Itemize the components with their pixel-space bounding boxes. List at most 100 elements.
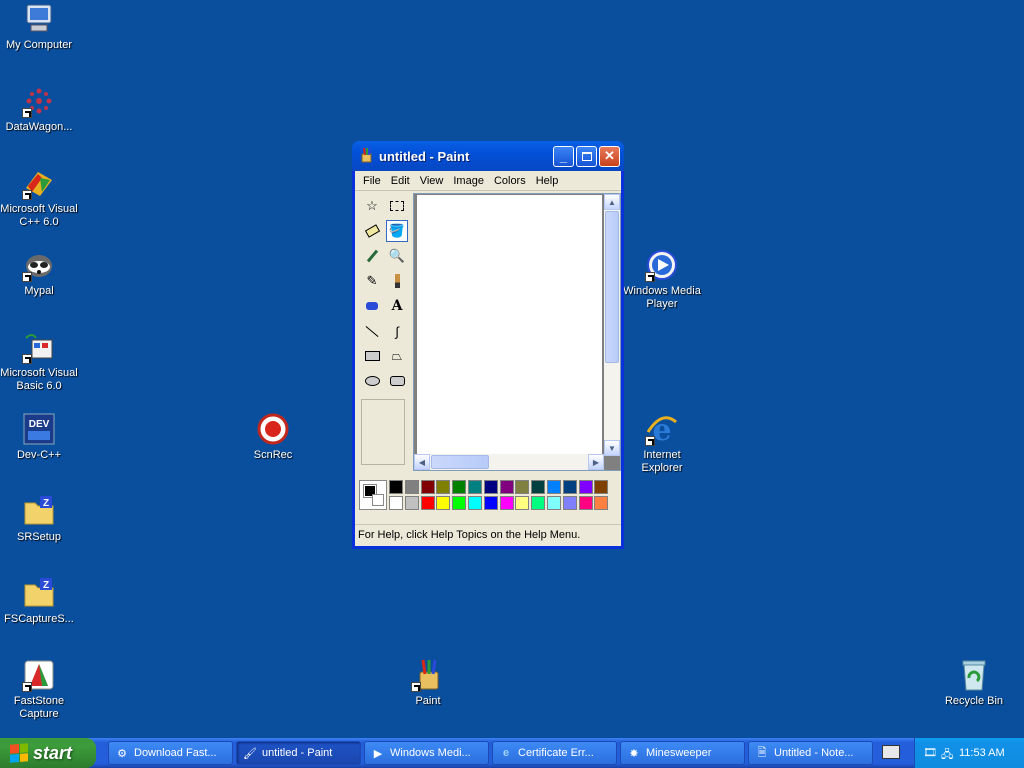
color-swatch[interactable] — [436, 496, 451, 510]
scroll-down-button[interactable]: ▼ — [604, 440, 620, 456]
scroll-right-button[interactable]: ▶ — [588, 454, 604, 470]
start-button[interactable]: start — [0, 738, 96, 768]
clock[interactable]: 11:53 AM — [959, 747, 1005, 759]
airbrush-tool[interactable] — [361, 295, 383, 317]
taskbar-item-paint[interactable]: 🖌 untitled - Paint — [236, 741, 361, 765]
color-swatch[interactable] — [436, 480, 451, 494]
taskbar-item-windows-media-player[interactable]: ▶ Windows Medi... — [364, 741, 489, 765]
desktop-icon-scnrec[interactable]: ScnRec — [234, 412, 312, 462]
color-swatch[interactable] — [515, 480, 530, 494]
color-swatch[interactable] — [547, 480, 561, 494]
vertical-scrollbar[interactable]: ▲ ▼ — [604, 194, 620, 456]
svg-text:DEV: DEV — [29, 419, 50, 430]
color-swatch[interactable] — [562, 480, 577, 494]
menu-edit[interactable]: Edit — [386, 175, 415, 187]
color-swatch[interactable] — [562, 496, 577, 510]
scroll-left-button[interactable]: ◀ — [414, 454, 430, 470]
desktop-icon-visual-basic[interactable]: Microsoft Visual Basic 6.0 — [0, 330, 78, 393]
paint-window[interactable]: untitled - Paint _ ✕ File Edit View Imag… — [352, 141, 624, 549]
curve-tool[interactable]: ∫ — [386, 320, 408, 342]
taskbar-item-download-faststone[interactable]: ⚙ Download Fast... — [108, 741, 233, 765]
taskbar-item-minesweeper[interactable]: ✸ Minesweeper — [620, 741, 745, 765]
desktop-icon-label: Microsoft Visual Basic 6.0 — [0, 367, 78, 392]
menu-colors[interactable]: Colors — [489, 175, 531, 187]
fill-tool[interactable]: 🪣 — [386, 220, 408, 242]
horizontal-scroll-thumb[interactable] — [431, 455, 489, 469]
color-swatch[interactable] — [578, 496, 593, 510]
color-swatch[interactable] — [420, 496, 435, 510]
menu-help[interactable]: Help — [531, 175, 564, 187]
close-button[interactable]: ✕ — [599, 145, 620, 167]
rect-select-tool[interactable] — [386, 195, 408, 217]
color-swatch[interactable] — [468, 480, 482, 494]
free-select-tool[interactable]: ☆ — [361, 195, 383, 217]
color-swatch[interactable] — [531, 480, 546, 494]
menu-file[interactable]: File — [358, 175, 386, 187]
desktop-icon-internet-explorer[interactable]: e Internet Explorer — [623, 412, 701, 475]
magnifier-tool[interactable]: 🔍 — [386, 245, 408, 267]
dev-cpp-icon: DEV — [22, 412, 56, 446]
color-swatch[interactable] — [452, 480, 467, 494]
film-icon[interactable]: 🎞 — [923, 746, 937, 760]
color-swatch[interactable] — [578, 480, 593, 494]
rectangle-tool[interactable] — [361, 345, 383, 367]
color-swatch[interactable] — [594, 496, 609, 510]
color-swatch[interactable] — [420, 480, 435, 494]
rounded-rectangle-tool[interactable] — [386, 370, 408, 392]
brush-tool[interactable] — [386, 270, 408, 292]
network-icon[interactable]: 🖧 — [941, 746, 955, 761]
desktop-icon-label: Dev-C++ — [16, 449, 62, 461]
color-swatch[interactable] — [468, 496, 482, 510]
desktop-icon-dev-cpp[interactable]: DEV Dev-C++ — [0, 412, 78, 462]
color-swatch[interactable] — [547, 496, 561, 510]
minimize-button[interactable]: _ — [553, 145, 574, 167]
desktop-icon-faststone-capture[interactable]: FastStone Capture — [0, 658, 78, 721]
current-colors[interactable] — [359, 480, 387, 510]
ellipse-tool[interactable] — [361, 370, 383, 392]
keyboard-icon[interactable] — [882, 745, 900, 759]
color-swatch[interactable] — [483, 496, 498, 510]
tool-options-box[interactable] — [361, 399, 405, 465]
menu-view[interactable]: View — [415, 175, 449, 187]
color-swatch[interactable] — [452, 496, 467, 510]
color-swatch[interactable] — [483, 480, 498, 494]
line-tool[interactable] — [361, 320, 383, 342]
taskbar-item-certificate-error[interactable]: e Certificate Err... — [492, 741, 617, 765]
task-label: Untitled - Note... — [774, 747, 854, 759]
color-swatch[interactable] — [499, 480, 514, 494]
color-swatch[interactable] — [515, 496, 530, 510]
eraser-tool[interactable] — [361, 220, 383, 242]
scroll-up-button[interactable]: ▲ — [604, 194, 620, 210]
desktop-icon-mypal[interactable]: Mypal — [0, 248, 78, 298]
horizontal-scrollbar[interactable]: ◀ ▶ — [414, 454, 604, 470]
color-palette — [357, 476, 619, 516]
pencil-tool[interactable]: ✎ — [361, 270, 383, 292]
color-swatch[interactable] — [499, 496, 514, 510]
text-tool[interactable]: A — [386, 295, 408, 317]
color-swatch[interactable] — [389, 496, 403, 510]
eraser-icon — [364, 224, 380, 238]
gear-icon: ⚙ — [117, 747, 127, 760]
desktop-icon-fscapture[interactable]: Z FSCaptureS... — [0, 576, 78, 626]
color-picker-tool[interactable] — [361, 245, 383, 267]
desktop-icon-windows-media-player[interactable]: Windows Media Player — [623, 248, 701, 311]
drawing-canvas[interactable] — [417, 195, 602, 455]
color-swatch[interactable] — [531, 496, 546, 510]
desktop-icon-visual-cpp[interactable]: Microsoft Visual C++ 6.0 — [0, 166, 78, 229]
taskbar-item-notepad[interactable]: 🗎 Untitled - Note... — [748, 741, 873, 765]
color-swatch[interactable] — [404, 480, 419, 494]
color-swatch[interactable] — [594, 480, 609, 494]
desktop-icon-datawagon[interactable]: DataWagon... — [0, 84, 78, 134]
menu-image[interactable]: Image — [448, 175, 489, 187]
vertical-scroll-thumb[interactable] — [605, 211, 619, 363]
polygon-tool[interactable]: ⏢ — [386, 345, 408, 367]
maximize-button[interactable] — [576, 145, 597, 167]
desktop-icon-my-computer[interactable]: My Computer — [0, 2, 78, 52]
color-swatch[interactable] — [404, 496, 419, 510]
paint-titlebar[interactable]: untitled - Paint _ ✕ — [352, 141, 624, 171]
color-swatch[interactable] — [389, 480, 403, 494]
desktop-icon-paint[interactable]: Paint — [389, 658, 467, 708]
desktop-icon-label: ScnRec — [253, 449, 293, 461]
desktop-icon-srsetup[interactable]: Z SRSetup — [0, 494, 78, 544]
desktop-icon-recycle-bin[interactable]: Recycle Bin — [935, 658, 1013, 708]
